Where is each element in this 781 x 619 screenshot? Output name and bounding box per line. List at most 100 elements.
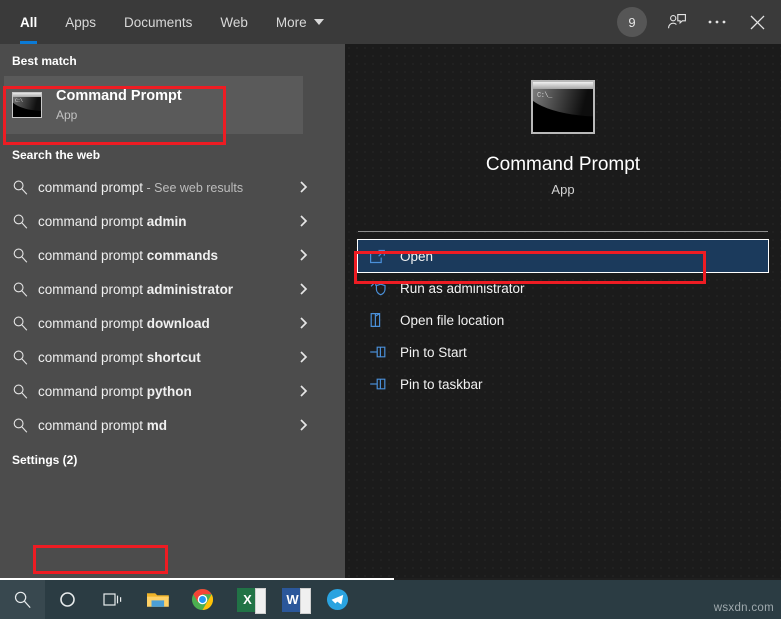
- tab-documents-label: Documents: [124, 15, 192, 30]
- web-suggestion-item[interactable]: command prompt administrator: [0, 272, 341, 306]
- action-pin-to-start-label: Pin to Start: [400, 345, 467, 360]
- web-suggestion-label: command prompt python: [38, 384, 192, 399]
- chevron-right-icon[interactable]: [298, 214, 309, 228]
- search-flyout: All Apps Documents Web More 9: [0, 0, 781, 578]
- web-suggestion-suffix: download: [147, 316, 210, 331]
- web-suggestion-label: command prompt admin: [38, 214, 187, 229]
- taskbar-item-chrome-icon[interactable]: [180, 580, 225, 619]
- taskbar-item-cortana-icon[interactable]: [45, 580, 90, 619]
- chevron-right-icon[interactable]: [298, 248, 309, 262]
- search-body: Best match C:\ Command Prompt App Search…: [0, 44, 781, 578]
- chevron-right-icon[interactable]: [298, 316, 309, 330]
- web-suggestion-suffix: md: [147, 418, 167, 433]
- web-suggestion-item[interactable]: command prompt md: [0, 408, 341, 442]
- taskbar: X W wsxdn.com: [0, 580, 781, 619]
- pin-icon: [369, 377, 400, 391]
- chevron-down-icon: [314, 19, 324, 25]
- web-suggestion-item[interactable]: command prompt shortcut: [0, 340, 341, 374]
- tab-list: All Apps Documents Web More: [0, 0, 338, 44]
- notification-badge-count: 9: [628, 15, 635, 30]
- screen: All Apps Documents Web More 9: [0, 0, 781, 619]
- action-run-as-administrator[interactable]: Run as administrator: [358, 272, 768, 304]
- close-icon[interactable]: [737, 0, 777, 44]
- tab-documents[interactable]: Documents: [110, 0, 206, 44]
- web-suggestion-query: command prompt: [38, 282, 147, 297]
- web-suggestion-suffix: python: [147, 384, 192, 399]
- tab-more[interactable]: More: [262, 0, 338, 44]
- pin-icon: [369, 345, 400, 359]
- web-suggestion-query: command prompt: [38, 248, 147, 263]
- notification-badge[interactable]: 9: [617, 7, 647, 37]
- preview-app-type: App: [551, 182, 574, 197]
- action-pin-to-start[interactable]: Pin to Start: [358, 336, 768, 368]
- chevron-right-icon[interactable]: [298, 350, 309, 364]
- taskbar-item-excel-icon[interactable]: X: [225, 580, 270, 619]
- web-suggestion-suffix: commands: [147, 248, 218, 263]
- preview-divider: [358, 231, 768, 232]
- preview-app-title: Command Prompt: [486, 154, 640, 176]
- web-suggestion-item[interactable]: command prompt python: [0, 374, 341, 408]
- search-tabbar: All Apps Documents Web More 9: [0, 0, 781, 44]
- web-suggestion-label: command prompt md: [38, 418, 167, 433]
- taskbar-item-telegram-icon[interactable]: [315, 580, 360, 619]
- tab-more-label: More: [276, 15, 307, 30]
- chevron-right-icon[interactable]: [298, 384, 309, 398]
- action-open-file-location[interactable]: Open file location: [358, 304, 768, 336]
- ellipsis-icon[interactable]: [697, 0, 737, 44]
- action-open-file-location-label: Open file location: [400, 313, 504, 328]
- web-suggestion-suffix: administrator: [147, 282, 233, 297]
- folder-location-icon: [369, 312, 400, 328]
- shield-run-icon: [369, 280, 400, 296]
- web-suggestion-query: command prompt: [38, 418, 147, 433]
- settings-header: Settings (2): [0, 442, 345, 475]
- web-suggestion-query: command prompt: [38, 350, 147, 365]
- person-feedback-icon[interactable]: [657, 0, 697, 44]
- open-external-icon: [369, 249, 400, 264]
- search-icon: [12, 383, 38, 400]
- web-suggestion-label: command prompt commands: [38, 248, 218, 263]
- web-suggestion-query: command prompt: [38, 180, 143, 195]
- web-suggestion-label: command prompt download: [38, 316, 210, 331]
- taskbar-item-task-view-icon[interactable]: [90, 580, 135, 619]
- tab-all[interactable]: All: [6, 0, 51, 44]
- tab-web[interactable]: Web: [206, 0, 262, 44]
- tab-apps-label: Apps: [65, 15, 96, 30]
- web-suggestion-list: command prompt - See web resultscommand …: [0, 170, 345, 442]
- search-the-web-header: Search the web: [0, 134, 345, 170]
- web-suggestion-query: command prompt: [38, 214, 147, 229]
- chevron-right-icon[interactable]: [298, 282, 309, 296]
- best-match-title: Command Prompt: [56, 87, 182, 105]
- command-prompt-icon: C:\_: [531, 80, 595, 134]
- web-suggestion-item[interactable]: command prompt commands: [0, 238, 341, 272]
- search-icon: [12, 247, 38, 264]
- action-pin-to-taskbar[interactable]: Pin to taskbar: [358, 368, 768, 400]
- best-match-subtitle: App: [56, 108, 182, 123]
- taskbar-item-file-explorer-icon[interactable]: [135, 580, 180, 619]
- web-suggestion-label: command prompt shortcut: [38, 350, 201, 365]
- web-suggestion-item[interactable]: command prompt - See web results: [0, 170, 341, 204]
- search-icon: [12, 349, 38, 366]
- search-icon: [12, 315, 38, 332]
- taskbar-item-word-icon[interactable]: W: [270, 580, 315, 619]
- tab-apps[interactable]: Apps: [51, 0, 110, 44]
- chevron-right-icon[interactable]: [298, 418, 309, 432]
- best-match-header: Best match: [0, 44, 345, 76]
- tab-web-label: Web: [220, 15, 248, 30]
- web-suggestion-suffix: - See web results: [143, 181, 243, 195]
- tab-all-label: All: [20, 15, 37, 30]
- action-run-as-administrator-label: Run as administrator: [400, 281, 525, 296]
- web-suggestion-item[interactable]: command prompt admin: [0, 204, 341, 238]
- web-suggestion-item[interactable]: command prompt download: [0, 306, 341, 340]
- preview-pane: C:\_ Command Prompt App Ope: [345, 44, 781, 578]
- chevron-right-icon[interactable]: [298, 180, 309, 194]
- taskbar-item-search-icon[interactable]: [0, 580, 45, 619]
- search-icon: [12, 281, 38, 298]
- best-match-item-command-prompt[interactable]: C:\ Command Prompt App: [4, 76, 303, 134]
- web-suggestion-suffix: admin: [147, 214, 187, 229]
- web-suggestion-suffix: shortcut: [147, 350, 201, 365]
- search-icon: [12, 417, 38, 434]
- action-open[interactable]: Open: [358, 240, 768, 272]
- app-actions-list: Open Run as administrator: [345, 240, 781, 400]
- results-pane: Best match C:\ Command Prompt App Search…: [0, 44, 345, 578]
- action-open-label: Open: [400, 249, 433, 264]
